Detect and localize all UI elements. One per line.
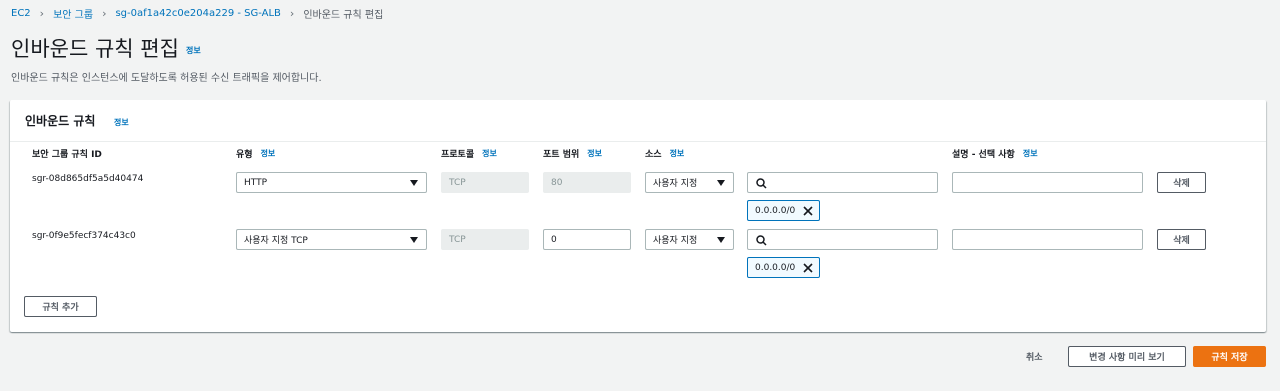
cidr-token: 0.0.0.0/0: [747, 200, 820, 221]
cidr-token: 0.0.0.0/0: [747, 257, 820, 278]
port-value: 80: [551, 177, 563, 188]
add-rule-label: 규칙 추가: [42, 303, 79, 313]
column-label: 설명 - 선택 사항: [952, 150, 1015, 160]
delete-label: 삭제: [1173, 236, 1190, 246]
column-label: 포트 범위: [543, 150, 580, 160]
protocol-field: TCP: [441, 172, 529, 193]
chevron-right-icon: ›: [289, 6, 295, 20]
panel-info-link[interactable]: 정보: [114, 117, 129, 128]
breadcrumb-ec2[interactable]: EC2: [11, 8, 31, 19]
chevron-right-icon: ›: [39, 6, 45, 20]
page-title: 인바운드 규칙 편집: [11, 37, 179, 61]
cidr-search-input[interactable]: [747, 172, 938, 193]
panel-header: 인바운드 규칙 정보: [10, 100, 1266, 142]
close-icon[interactable]: [802, 205, 814, 217]
cidr-search-input[interactable]: [747, 229, 938, 250]
description-input[interactable]: [952, 172, 1143, 193]
description-info-link[interactable]: 정보: [1023, 148, 1038, 159]
column-label: 보안 그룹 규칙 ID: [32, 150, 102, 160]
page-info-link[interactable]: 정보: [186, 45, 201, 56]
chevron-right-icon: ›: [102, 6, 107, 20]
rule-id: sgr-0f9e5fecf374c43c0: [32, 231, 136, 241]
type-info-link[interactable]: 정보: [261, 148, 276, 159]
column-header-rule-id: 보안 그룹 규칙 ID: [32, 147, 102, 160]
protocol-field: TCP: [441, 229, 529, 250]
caret-down-icon: [717, 237, 725, 243]
port-info-link[interactable]: 정보: [587, 148, 602, 159]
column-label: 소스: [645, 150, 662, 160]
column-header-source: 소스 정보: [645, 147, 684, 160]
protocol-info-link[interactable]: 정보: [482, 148, 497, 159]
port-range-field: 80: [543, 172, 631, 193]
delete-rule-button[interactable]: 삭제: [1157, 172, 1206, 193]
source-select-value: 사용자 지정: [653, 179, 698, 189]
save-label: 규칙 저장: [1211, 353, 1248, 363]
column-label: 유형: [236, 150, 253, 160]
rule-id: sgr-08d865df5a5d40474: [32, 174, 144, 184]
page-description: 인바운드 규칙은 인스턴스에 도달하도록 허용된 수신 트래픽을 제어합니다.: [11, 73, 322, 84]
protocol-value: TCP: [449, 234, 466, 245]
search-icon: [756, 178, 767, 189]
add-rule-button[interactable]: 규칙 추가: [24, 296, 97, 317]
preview-label: 변경 사항 미리 보기: [1089, 353, 1165, 363]
port-range-input[interactable]: 0: [543, 229, 631, 250]
type-select-value: 사용자 지정 TCP: [244, 236, 308, 246]
column-header-type: 유형 정보: [236, 147, 275, 160]
column-header-port-range: 포트 범위 정보: [543, 147, 602, 160]
port-value: 0: [551, 234, 557, 245]
close-icon[interactable]: [802, 262, 814, 274]
type-select[interactable]: 사용자 지정 TCP: [236, 229, 427, 250]
column-header-description: 설명 - 선택 사항 정보: [952, 147, 1038, 160]
type-select[interactable]: HTTP: [236, 172, 427, 193]
save-rules-button[interactable]: 규칙 저장: [1193, 346, 1266, 367]
column-header-protocol: 프로토콜 정보: [441, 147, 497, 160]
cidr-token-label: 0.0.0.0/0: [755, 262, 796, 273]
caret-down-icon: [717, 180, 725, 186]
panel-title: 인바운드 규칙: [25, 114, 96, 128]
preview-changes-button[interactable]: 변경 사항 미리 보기: [1068, 346, 1186, 367]
delete-label: 삭제: [1173, 179, 1190, 189]
cancel-button[interactable]: 취소: [1026, 350, 1043, 363]
source-select-value: 사용자 지정: [653, 236, 698, 246]
protocol-value: TCP: [449, 177, 466, 188]
breadcrumb-security-groups[interactable]: 보안 그룹: [53, 6, 93, 21]
column-label: 프로토콜: [441, 150, 475, 160]
source-select[interactable]: 사용자 지정: [645, 229, 734, 250]
inbound-rules-panel: 인바운드 규칙 정보 보안 그룹 규칙 ID 유형 정보 프로토콜 정보 포트 …: [10, 100, 1266, 332]
breadcrumb-security-group[interactable]: sg-0af1a42c0e204a229 - SG-ALB: [115, 8, 280, 19]
source-select[interactable]: 사용자 지정: [645, 172, 734, 193]
description-input[interactable]: [952, 229, 1143, 250]
source-info-link[interactable]: 정보: [670, 148, 685, 159]
caret-down-icon: [410, 237, 418, 243]
type-select-value: HTTP: [244, 177, 268, 188]
breadcrumb: EC2 › 보안 그룹 › sg-0af1a42c0e204a229 - SG-…: [11, 6, 384, 21]
search-icon: [756, 235, 767, 246]
caret-down-icon: [410, 180, 418, 186]
cidr-token-label: 0.0.0.0/0: [755, 205, 796, 216]
delete-rule-button[interactable]: 삭제: [1157, 229, 1206, 250]
breadcrumb-current: 인바운드 규칙 편집: [303, 9, 384, 21]
